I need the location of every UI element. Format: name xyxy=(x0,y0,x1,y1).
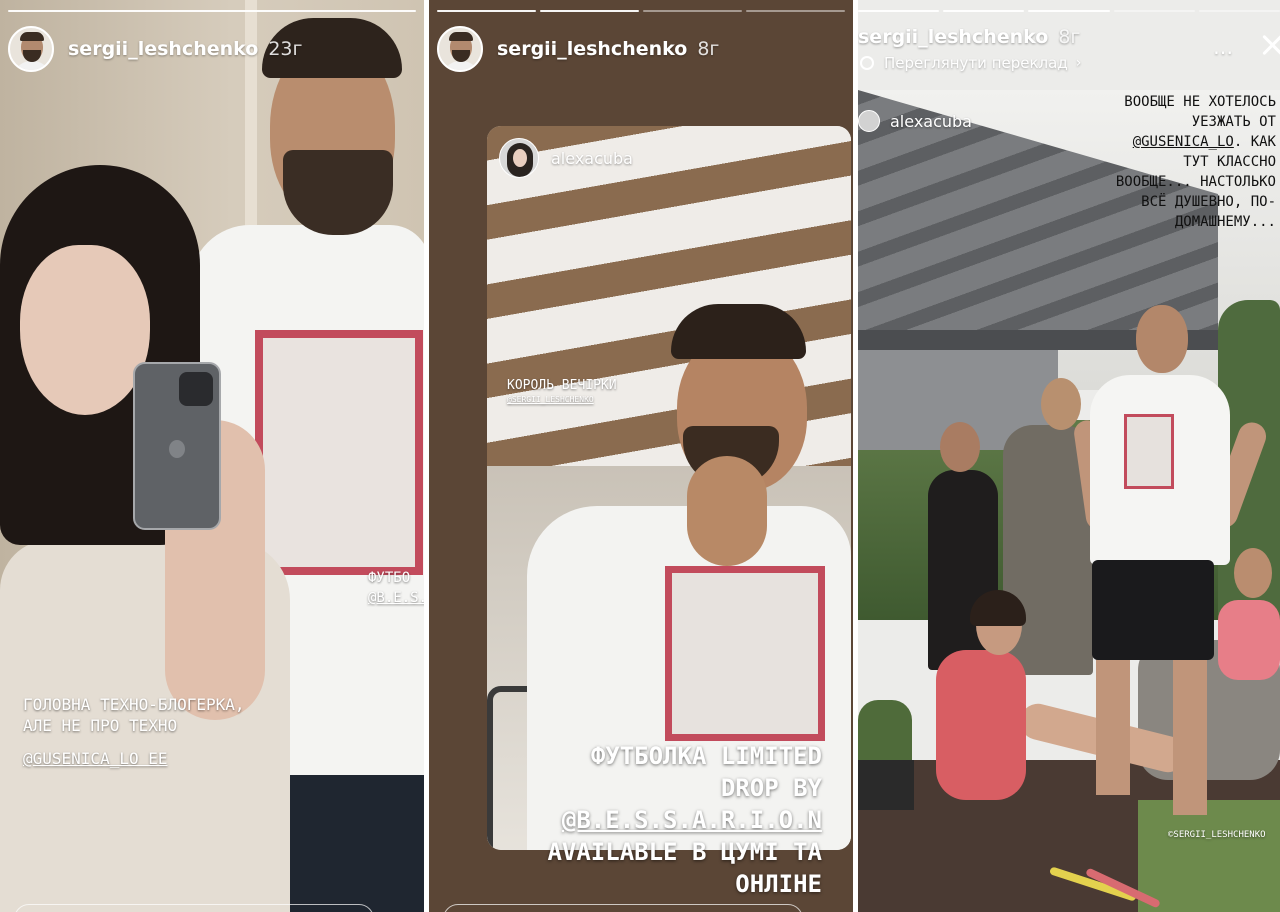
woman-red-dress xyxy=(936,650,1026,800)
person-head xyxy=(1234,548,1272,598)
reply-input[interactable] xyxy=(14,904,374,912)
grass xyxy=(1138,800,1280,912)
mention-link[interactable]: @B.E.S.S.A.R.I.O.N xyxy=(547,804,822,836)
username[interactable]: sergii_leshchenko xyxy=(497,38,687,60)
reshared-from-header[interactable]: alexacuba xyxy=(499,138,633,178)
story-header: sergii_leshchenko 23г xyxy=(8,26,302,72)
tshirt-portrait-print xyxy=(665,566,825,741)
progress-segment xyxy=(437,10,536,12)
reshared-from-header[interactable]: alexacuba xyxy=(858,110,972,132)
caption-line: ФУТБО xyxy=(368,570,411,586)
caption-line: ОНЛІНЕ xyxy=(735,870,822,898)
story-progress-bar xyxy=(8,10,416,12)
tshirt-portrait-print xyxy=(255,330,423,575)
small-caption: КОРОЛЬ ВЕЧІРКИ @SERGII_LESHCHENKO xyxy=(507,378,617,404)
man-hair xyxy=(671,304,806,359)
avatar[interactable] xyxy=(499,138,539,178)
man-head xyxy=(1136,305,1188,373)
caption-line: DROP BY xyxy=(720,774,822,802)
username[interactable]: sergii_leshchenko xyxy=(68,38,258,60)
story-caption: ГОЛОВНА ТЕХНО-БЛОГЕРКА, АЛЕ НЕ ПРО ТЕХНО… xyxy=(23,694,245,769)
story-time: 8г xyxy=(1058,26,1081,48)
progress-segment xyxy=(540,10,639,12)
story-time: 8г xyxy=(697,38,720,60)
caption-line: ВООБЩЕ... НАСТОЛЬКО xyxy=(1115,174,1276,190)
reshared-username[interactable]: alexacuba xyxy=(551,149,633,168)
avatar[interactable] xyxy=(8,26,54,72)
caption-line: @GUSENICA_LO. КАК xyxy=(1132,134,1276,150)
mention-link[interactable]: @B.E.S.S. xyxy=(368,588,424,608)
progress-segment xyxy=(8,10,416,12)
camera-icon xyxy=(179,372,213,406)
progress-segment xyxy=(858,10,940,12)
mention-link[interactable]: @GUSENICA_LO EE xyxy=(23,748,245,769)
story-panel-3[interactable]: sergii_leshchenko 8г Переглянути перекла… xyxy=(858,0,1280,912)
caption-line: АЛЕ НЕ ПРО ТЕХНО xyxy=(23,716,178,735)
person-head xyxy=(1041,378,1081,430)
progress-segment xyxy=(643,10,742,12)
man-shorts xyxy=(1092,560,1214,660)
caption-line: ДОМАШНЕМУ... xyxy=(1174,214,1276,230)
progress-segment xyxy=(1113,10,1195,12)
man-hand xyxy=(687,456,767,566)
caption-line: КОРОЛЬ ВЕЧІРКИ xyxy=(507,378,617,393)
big-caption: ФУТБОЛКА LIMITED DROP BY @B.E.S.S.A.R.I.… xyxy=(547,740,822,900)
username[interactable]: sergii_leshchenko xyxy=(858,26,1048,48)
progress-segment xyxy=(746,10,845,12)
translate-label: Переглянути переклад xyxy=(884,54,1068,72)
globe-icon xyxy=(860,56,874,70)
story-progress-bar xyxy=(437,10,845,12)
avatar[interactable] xyxy=(437,26,483,72)
story-time: 23г xyxy=(268,38,303,60)
reshared-username[interactable]: alexacuba xyxy=(890,112,972,131)
story-progress-bar xyxy=(858,10,1280,12)
more-options-icon[interactable]: ⋯ xyxy=(1213,40,1235,64)
progress-segment xyxy=(1198,10,1280,12)
woman-face xyxy=(20,245,150,415)
caption-line: AVAILABLE В ЦУМІ ТА xyxy=(547,838,822,866)
mention-link[interactable]: @GUSENICA_LO xyxy=(1133,134,1234,150)
progress-segment xyxy=(1028,10,1110,12)
person-pink-shirt xyxy=(1218,600,1280,680)
story-header: sergii_leshchenko 8г Переглянути перекла… xyxy=(858,26,1081,72)
caption-line: ВООБЩЕ НЕ ХОТЕЛОСЬ xyxy=(1124,94,1276,110)
apple-logo-icon xyxy=(169,440,185,458)
plant-pot xyxy=(858,760,914,810)
person-head xyxy=(940,422,980,472)
caption-line: ВСЁ ДУШЕВНО, ПО- xyxy=(1141,194,1276,210)
translate-link[interactable]: Переглянути переклад › xyxy=(858,54,1081,72)
caption-line: ТУТ КЛАССНО xyxy=(1183,154,1276,170)
progress-segment xyxy=(943,10,1025,12)
story-panel-2[interactable]: sergii_leshchenko 8г alexacuba КОРОЛЬ ВЕ… xyxy=(429,0,853,912)
caption-line: ФУТБОЛКА LIMITED xyxy=(590,742,822,770)
shirt-caption: ФУТБО @B.E.S.S. xyxy=(368,568,424,608)
man-leg xyxy=(1096,655,1130,795)
chevron-right-icon: › xyxy=(1075,55,1082,71)
close-icon[interactable] xyxy=(1263,30,1280,60)
phone-image xyxy=(133,362,221,530)
story-header: sergii_leshchenko 8г xyxy=(437,26,719,72)
story-caption: ВООБЩЕ НЕ ХОТЕЛОСЬ УЕЗЖАТЬ ОТ @GUSENICA_… xyxy=(976,92,1276,232)
avatar[interactable] xyxy=(858,110,880,132)
tshirt-portrait-print xyxy=(1124,414,1174,489)
man-leg xyxy=(1173,655,1207,815)
story-panel-1[interactable]: sergii_leshchenko 23г ГОЛОВНА ТЕХНО-БЛОГ… xyxy=(0,0,424,912)
caption-line: УЕЗЖАТЬ ОТ xyxy=(1191,114,1276,130)
photo-credit: ©SERGII_LESHCHENKO xyxy=(1168,830,1266,840)
mention-link[interactable]: @SERGII_LESHCHENKO xyxy=(507,395,617,404)
caption-line: ГОЛОВНА ТЕХНО-БЛОГЕРКА, xyxy=(23,695,245,714)
reply-input[interactable] xyxy=(443,904,803,912)
